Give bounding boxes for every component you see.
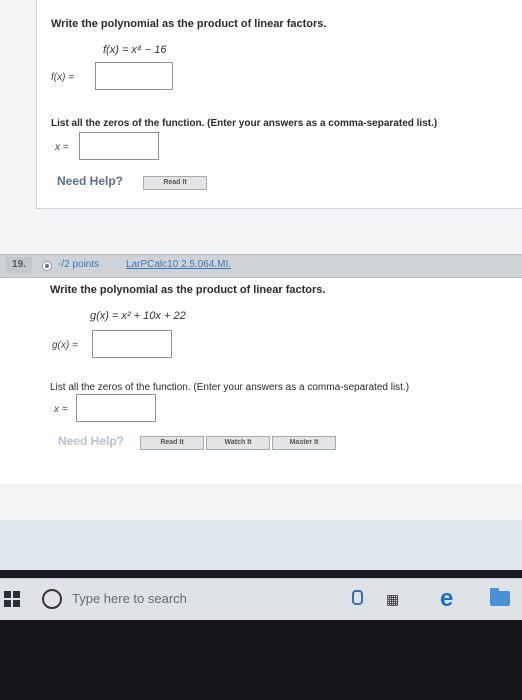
prev-x-label: x = bbox=[55, 142, 69, 153]
search-circle-icon[interactable] bbox=[42, 589, 62, 609]
previous-problem-panel: Write the polynomial as the product of l… bbox=[36, 0, 522, 209]
prev-read-it-button[interactable]: Read It bbox=[143, 176, 207, 190]
question-number: 19. bbox=[6, 257, 32, 273]
prev-instruction: Write the polynomial as the product of l… bbox=[51, 18, 327, 30]
prev-factor-answer-input[interactable] bbox=[95, 62, 173, 90]
answer-label: g(x) = bbox=[52, 340, 78, 351]
zeros-instruction: List all the zeros of the function. (Ent… bbox=[50, 382, 410, 393]
instruction: Write the polynomial as the product of l… bbox=[50, 284, 326, 296]
task-view-icon[interactable]: ▦ bbox=[386, 591, 402, 607]
problem-19-panel: 19. -/2 points LarPCalc10 2.5.064.MI. Wr… bbox=[0, 254, 522, 484]
function-expression: g(x) = x² + 10x + 22 bbox=[90, 310, 186, 322]
prev-zeros-answer-input[interactable] bbox=[79, 132, 159, 160]
section-divider-band bbox=[0, 520, 522, 570]
x-label: x = bbox=[54, 404, 68, 415]
points-text: -/2 points bbox=[58, 259, 100, 270]
need-help: Need Help? bbox=[58, 434, 125, 448]
master-it-button[interactable]: Master It bbox=[272, 436, 336, 450]
windows-start-icon[interactable] bbox=[4, 591, 20, 607]
microphone-icon[interactable] bbox=[352, 590, 363, 605]
problem-19-header: 19. -/2 points LarPCalc10 2.5.064.MI. bbox=[0, 254, 522, 278]
prev-zeros-instruction: List all the zeros of the function. (Ent… bbox=[51, 118, 438, 129]
prev-function: f(x) = x⁴ − 16 bbox=[103, 44, 167, 56]
factor-answer-input[interactable] bbox=[92, 330, 172, 358]
taskbar: Type here to search ▦ e bbox=[0, 578, 522, 621]
prev-answer-label: f(x) = bbox=[51, 72, 75, 83]
monitor-bezel bbox=[0, 620, 522, 700]
read-it-button[interactable]: Read It bbox=[140, 436, 204, 450]
edge-browser-icon[interactable]: e bbox=[440, 585, 453, 613]
source-link[interactable]: LarPCalc10 2.5.064.MI. bbox=[126, 259, 231, 270]
prev-need-help: Need Help? bbox=[57, 174, 124, 188]
watch-it-button[interactable]: Watch It bbox=[206, 436, 270, 450]
file-explorer-icon[interactable] bbox=[490, 588, 510, 606]
status-dot-icon bbox=[42, 261, 52, 271]
screen: Write the polynomial as the product of l… bbox=[0, 0, 522, 570]
zeros-answer-input[interactable] bbox=[76, 394, 156, 422]
taskbar-search-input[interactable]: Type here to search bbox=[72, 591, 187, 606]
